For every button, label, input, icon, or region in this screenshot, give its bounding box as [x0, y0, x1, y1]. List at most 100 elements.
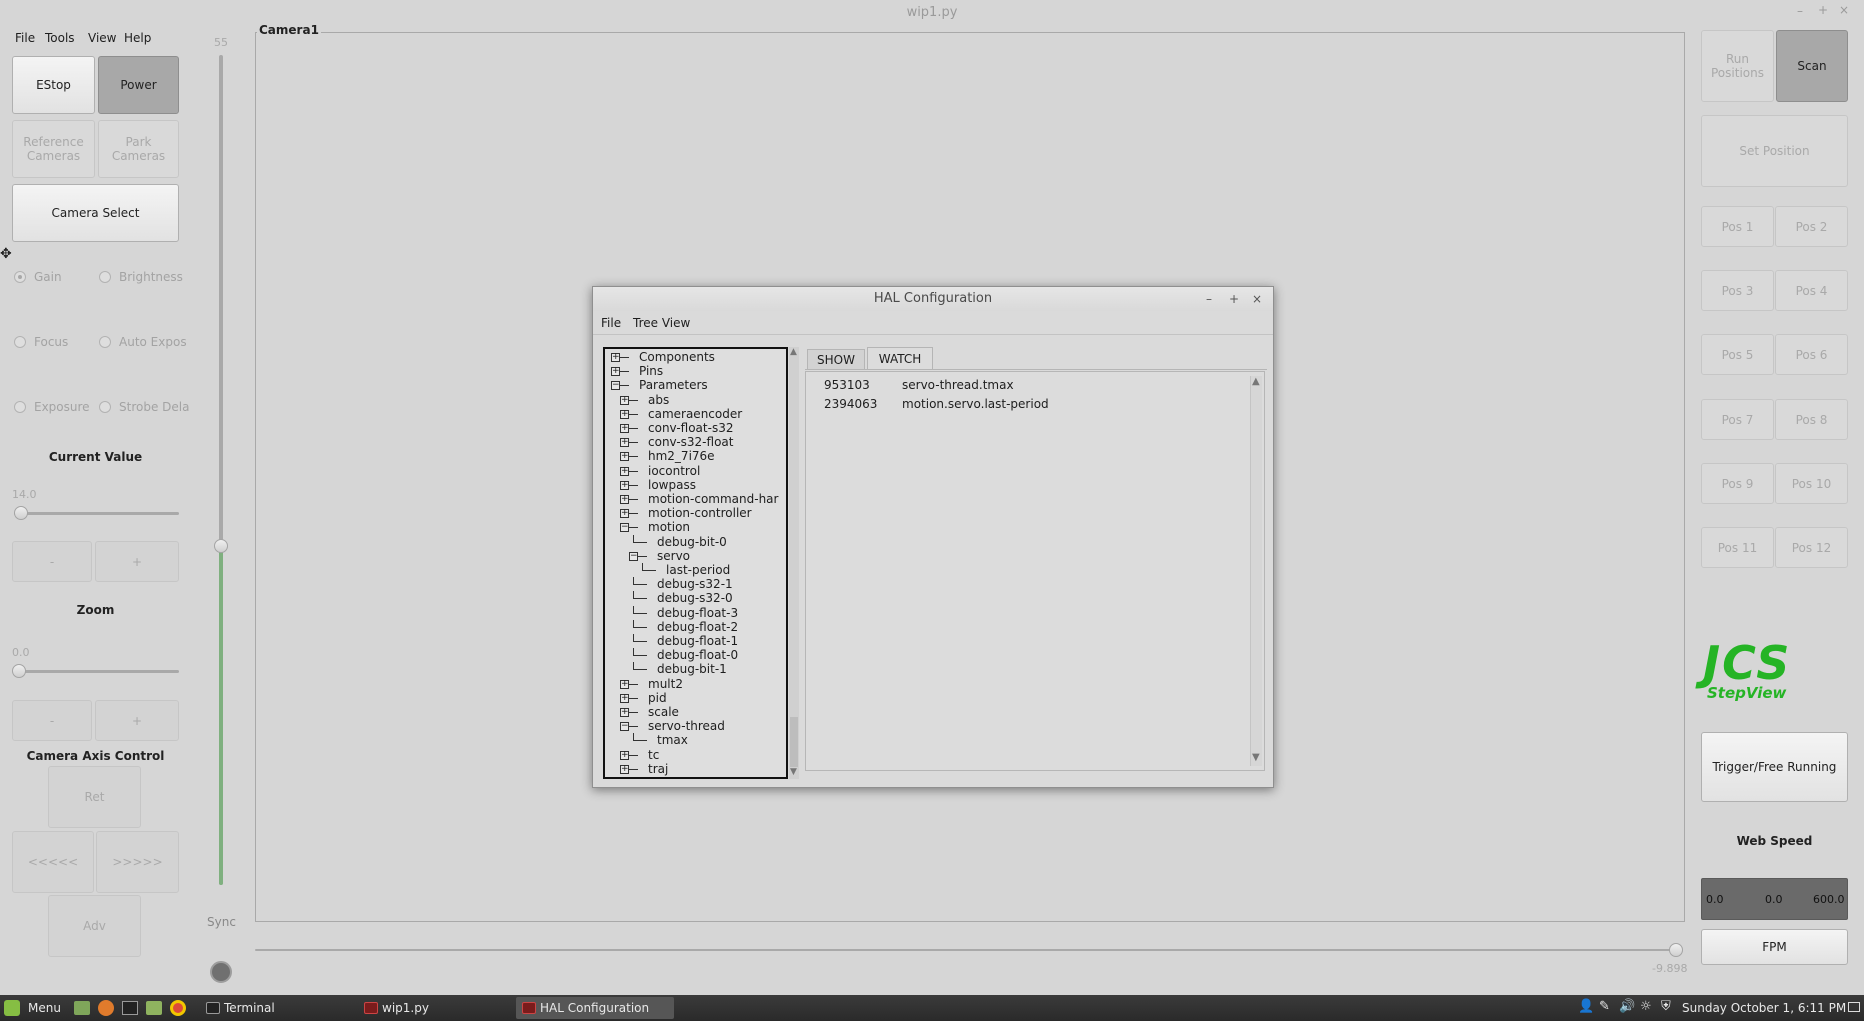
tree-scrollbar[interactable]: ▲ ▼ — [789, 347, 799, 779]
pen-icon[interactable]: ✎ — [1599, 999, 1610, 1014]
tree-node[interactable]: Pins — [639, 364, 663, 378]
tree-node[interactable]: debug-float-1 — [657, 634, 738, 648]
firefox-icon[interactable] — [98, 1000, 114, 1016]
park-cameras-button[interactable]: Park Cameras — [98, 120, 179, 178]
files-icon[interactable] — [146, 1001, 162, 1015]
focus-radio[interactable]: Focus — [14, 335, 68, 349]
expand-icon[interactable]: + — [620, 424, 629, 433]
tree-node[interactable]: abs — [648, 393, 669, 407]
zoom-slider-handle[interactable] — [12, 664, 26, 678]
tree-node[interactable]: hm2_7i76e — [648, 449, 715, 463]
zoom-slider-track[interactable] — [14, 670, 179, 673]
reference-cameras-button[interactable]: Reference Cameras — [12, 120, 95, 178]
pos-9-button[interactable]: Pos 9 — [1701, 463, 1774, 504]
tree-node[interactable]: servo-thread — [648, 719, 725, 733]
hal-menu-tree-view[interactable]: Tree View — [633, 316, 690, 330]
tree-node[interactable]: conv-s32-float — [648, 435, 733, 449]
taskbar-window-wip1[interactable]: wip1.py — [358, 997, 508, 1019]
scroll-down-icon[interactable]: ▼ — [790, 767, 797, 777]
value-decrease-button[interactable]: - — [12, 541, 92, 582]
network-icon[interactable] — [1848, 1002, 1860, 1012]
window-maximize-button[interactable]: + — [1818, 3, 1828, 17]
expand-icon[interactable]: + — [620, 466, 629, 476]
tree-node[interactable]: debug-float-2 — [657, 620, 738, 634]
camera-slider-track[interactable] — [255, 949, 1675, 951]
expand-icon[interactable]: + — [620, 693, 629, 703]
show-desktop-icon[interactable] — [74, 1001, 90, 1015]
volume-icon[interactable]: 🔊 — [1619, 999, 1635, 1014]
collapse-icon[interactable]: − — [620, 523, 629, 533]
expand-icon[interactable]: + — [620, 708, 629, 717]
tree-node[interactable]: lowpass — [648, 478, 696, 492]
tree-node[interactable]: conv-float-s32 — [648, 421, 733, 435]
pos-1-button[interactable]: Pos 1 — [1701, 206, 1774, 247]
value-increase-button[interactable]: + — [95, 541, 179, 582]
vertical-slider-handle[interactable] — [214, 539, 228, 554]
pos-3-button[interactable]: Pos 3 — [1701, 270, 1774, 311]
window-minimize-button[interactable]: – — [1797, 4, 1803, 18]
hal-maximize-button[interactable]: + — [1229, 287, 1239, 311]
scan-button[interactable]: Scan — [1776, 30, 1848, 102]
pos-10-button[interactable]: Pos 10 — [1775, 463, 1848, 504]
tree-node[interactable]: debug-s32-1 — [657, 577, 733, 591]
pos-8-button[interactable]: Pos 8 — [1775, 399, 1848, 440]
tree-node[interactable]: motion — [648, 520, 690, 534]
window-close-button[interactable]: × — [1839, 3, 1849, 17]
expand-icon[interactable]: + — [620, 438, 629, 448]
camera-select-button[interactable]: Camera Select — [12, 184, 179, 242]
estop-button[interactable]: EStop — [12, 56, 95, 114]
hal-tree-view[interactable]: + Components + Pins − Parameters + abs + cameraen… — [603, 347, 788, 779]
auto-expos-radio[interactable]: Auto Expos — [99, 335, 187, 349]
expand-icon[interactable]: + — [620, 495, 629, 504]
scroll-up-icon[interactable]: ▲ — [1252, 376, 1260, 387]
expand-icon[interactable]: + — [620, 395, 629, 405]
trigger-free-running-button[interactable]: Trigger/Free Running — [1701, 732, 1848, 802]
taskbar-window-hal-configuration[interactable]: HAL Configuration — [516, 997, 674, 1019]
pos-12-button[interactable]: Pos 12 — [1775, 527, 1848, 568]
current-value-slider-handle[interactable] — [14, 506, 28, 520]
expand-icon[interactable]: + — [620, 509, 629, 519]
tree-node[interactable]: tc — [648, 748, 659, 762]
expand-icon[interactable]: + — [620, 679, 629, 689]
user-icon[interactable]: 👤 — [1578, 999, 1594, 1014]
adv-button[interactable]: Adv — [48, 895, 141, 957]
zoom-increase-button[interactable]: + — [95, 700, 179, 741]
taskbar-window-terminal[interactable]: Terminal — [200, 997, 350, 1019]
tree-node[interactable]: traj — [648, 762, 668, 776]
tree-node[interactable]: debug-s32-0 — [657, 591, 733, 605]
ret-button[interactable]: Ret — [48, 766, 141, 828]
scroll-up-icon[interactable]: ▲ — [790, 347, 797, 357]
exposure-radio[interactable]: Exposure — [14, 400, 90, 414]
tree-scrollbar-thumb[interactable] — [790, 717, 798, 767]
set-position-button[interactable]: Set Position — [1701, 115, 1848, 187]
chrome-icon[interactable] — [170, 1000, 186, 1016]
terminal-launcher-icon[interactable] — [122, 1001, 138, 1015]
brightness-radio[interactable]: Brightness — [99, 270, 183, 284]
expand-icon[interactable]: + — [620, 764, 629, 774]
axis-forward-button[interactable]: >>>>> — [96, 831, 179, 893]
tree-node[interactable]: debug-float-0 — [657, 648, 738, 662]
tree-node[interactable]: cameraencoder — [648, 407, 742, 421]
tree-node[interactable]: mult2 — [648, 677, 683, 691]
hal-close-button[interactable]: × — [1252, 287, 1262, 311]
fpm-button[interactable]: FPM — [1701, 929, 1848, 965]
power-button[interactable]: Power — [98, 56, 179, 114]
expand-icon[interactable]: + — [611, 353, 620, 362]
pos-11-button[interactable]: Pos 11 — [1701, 527, 1774, 568]
run-positions-button[interactable]: Run Positions — [1701, 30, 1774, 102]
watch-scrollbar[interactable]: ▲ ▼ — [1250, 376, 1262, 766]
expand-icon[interactable]: + — [620, 750, 629, 760]
strobe-delay-radio[interactable]: Strobe Dela — [99, 400, 189, 414]
tab-show[interactable]: SHOW — [807, 349, 865, 369]
pos-7-button[interactable]: Pos 7 — [1701, 399, 1774, 440]
shield-icon[interactable]: ⛨ — [1661, 999, 1671, 1014]
expand-icon[interactable]: + — [620, 480, 629, 490]
axis-back-button[interactable]: <<<<< — [12, 831, 94, 893]
tree-node[interactable]: debug-bit-1 — [657, 662, 727, 676]
menu-file[interactable]: File — [15, 31, 35, 45]
expand-icon[interactable]: + — [620, 452, 629, 462]
collapse-icon[interactable]: − — [611, 381, 620, 391]
tree-node[interactable]: pid — [648, 691, 667, 705]
camera-slider-handle[interactable] — [1669, 943, 1683, 957]
hal-menu-file[interactable]: File — [601, 316, 621, 330]
